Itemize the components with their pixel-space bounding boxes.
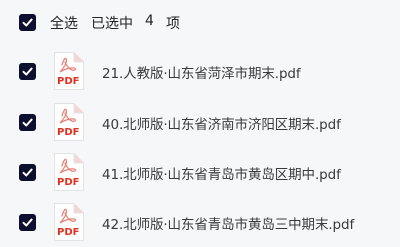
check-icon (22, 18, 33, 27)
select-all-label[interactable]: 全选 (50, 13, 78, 33)
pdf-icon-label: PDF (57, 227, 79, 238)
file-name[interactable]: 41.北师版·山东省青岛市黄岛区期中.pdf (102, 163, 341, 183)
file-row[interactable]: PDF 42.北师版·山东省青岛市黄岛三中期末.pdf (0, 197, 400, 247)
pdf-icon: PDF (54, 203, 84, 241)
file-checkbox[interactable] (19, 114, 36, 131)
pdf-icon-label: PDF (57, 76, 79, 87)
selection-header: 全选 已选中 4 项 (0, 0, 400, 46)
select-all-checkbox[interactable] (19, 14, 36, 31)
pdf-icon: PDF (54, 103, 84, 141)
pdf-icon-label: PDF (57, 177, 79, 188)
check-icon (22, 168, 33, 177)
pdf-icon-label: PDF (57, 127, 79, 138)
check-icon (22, 67, 33, 76)
selected-unit: 项 (166, 16, 180, 32)
file-row[interactable]: PDF 21.人教版·山东省菏泽市期末.pdf (0, 46, 400, 96)
file-checkbox[interactable] (19, 63, 36, 80)
file-checkbox[interactable] (19, 164, 36, 181)
file-name[interactable]: 40.北师版·山东省济南市济阳区期末.pdf (102, 113, 341, 133)
pdf-icon: PDF (54, 52, 84, 90)
file-row[interactable]: PDF 40.北师版·山东省济南市济阳区期末.pdf (0, 97, 400, 147)
pdf-icon: PDF (54, 153, 84, 191)
selected-prefix: 已选中 (91, 16, 133, 32)
file-list: PDF 21.人教版·山东省菏泽市期末.pdf PDF 40.北师版·山东省济南… (0, 46, 400, 245)
check-icon (22, 218, 33, 227)
selected-count: 4 (145, 13, 154, 29)
check-icon (22, 118, 33, 127)
file-row[interactable]: PDF 41.北师版·山东省青岛市黄岛区期中.pdf (0, 147, 400, 197)
file-name[interactable]: 42.北师版·山东省青岛市黄岛三中期末.pdf (102, 213, 354, 233)
file-name[interactable]: 21.人教版·山东省菏泽市期末.pdf (102, 62, 301, 82)
file-checkbox[interactable] (19, 214, 36, 231)
